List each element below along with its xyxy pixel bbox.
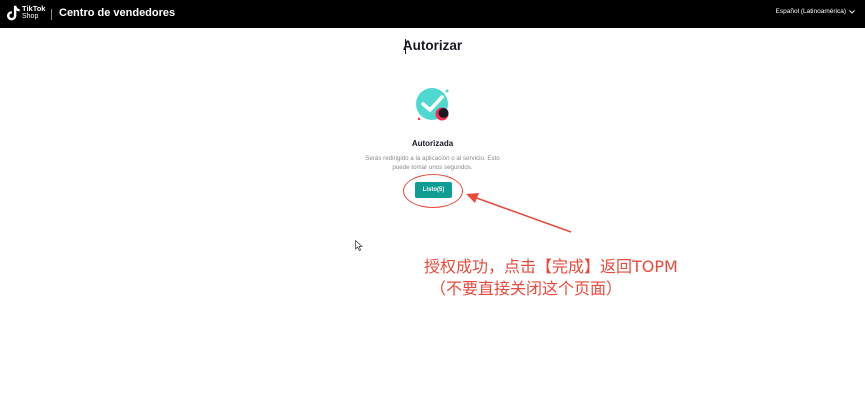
- description-line-1: Serás redirigido a la aplicación o al se…: [365, 155, 500, 162]
- annotation-line-1: 授权成功，点击【完成】返回TOPM: [424, 257, 678, 276]
- logo-line-1: TikTok: [22, 4, 46, 13]
- header-divider: [51, 9, 52, 20]
- annotation-note: 授权成功，点击【完成】返回TOPM （不要直接关闭这个页面）: [424, 256, 678, 300]
- tiktok-shop-logo[interactable]: TikTok Shop: [7, 5, 45, 21]
- app-title: Centro de vendedores: [59, 7, 176, 19]
- mouse-cursor-icon: [355, 240, 363, 251]
- text-caret: [405, 39, 406, 54]
- top-navigation-bar: TikTok Shop Centro de vendedores Español…: [0, 0, 865, 28]
- tiktok-logo-icon: [7, 5, 20, 21]
- language-label: Español (Latinoamérica): [775, 8, 846, 15]
- language-selector[interactable]: Español (Latinoamérica): [776, 8, 855, 15]
- logo-wordmark: TikTok Shop: [22, 5, 45, 21]
- annotation-highlight-circle: [403, 174, 463, 208]
- authorized-check-icon: [416, 88, 449, 121]
- status-title: Autorizada: [411, 139, 454, 148]
- annotation-line-2: （不要直接关闭这个页面）: [430, 279, 623, 298]
- chevron-down-icon: [849, 9, 855, 14]
- logo-line-2: Shop: [22, 13, 39, 20]
- status-description: Serás redirigido a la aplicación o al se…: [0, 154, 865, 172]
- description-line-2: puede tomar unos segundos.: [392, 164, 473, 171]
- page-title: Autorizar: [402, 38, 463, 53]
